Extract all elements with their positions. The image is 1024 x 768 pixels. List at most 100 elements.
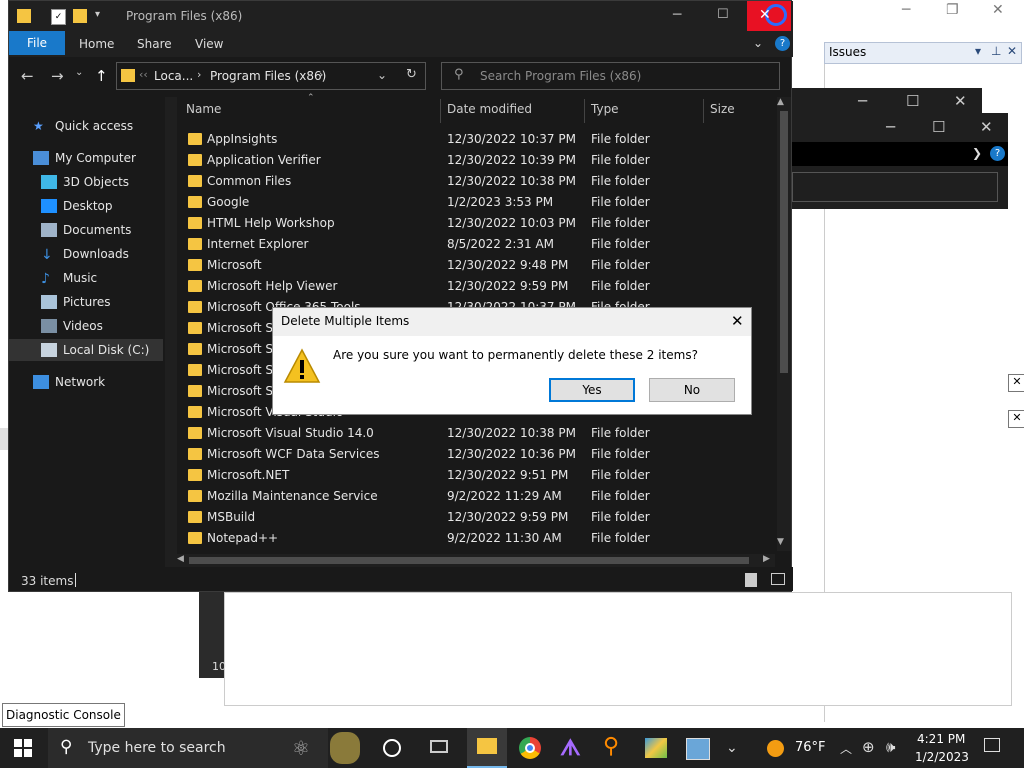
scroll-up-icon[interactable]: ▲	[777, 97, 784, 107]
close-button[interactable]: ✕	[747, 1, 791, 31]
maximize-button[interactable]: ☐	[717, 7, 729, 22]
table-row[interactable]: Google 1/2/2023 3:53 PM File folder	[185, 192, 769, 213]
help-icon[interactable]: ?	[990, 146, 1005, 161]
table-row[interactable]: AppInsights 12/30/2022 10:37 PM File folde…	[185, 129, 769, 150]
sidebar-item-music[interactable]: ♪ Music	[9, 267, 163, 289]
breadcrumb-current[interactable]: Program Files (x86)	[210, 69, 326, 83]
large-icons-view-icon[interactable]	[771, 573, 785, 585]
close-icon[interactable]: ✕	[980, 118, 993, 136]
chevron-down-icon[interactable]: ⌄	[377, 68, 387, 82]
vertical-scrollbar[interactable]: ▲ ▼	[777, 97, 791, 551]
table-row[interactable]: Common Files 12/30/2022 10:38 PM File fold…	[185, 171, 769, 192]
table-row[interactable]: Microsoft WCF Data Services 12/30/2022 10…	[185, 444, 769, 465]
search-placeholder[interactable]: Search Program Files (x86)	[480, 69, 641, 83]
overflow-icon[interactable]: ‹‹	[139, 68, 148, 81]
sidebar-item-my-computer[interactable]: My Computer	[9, 147, 163, 169]
search-box[interactable]: ⚲ Search Program Files (x86)	[441, 62, 780, 90]
dark-window-field[interactable]	[792, 172, 998, 202]
yes-button[interactable]: Yes	[549, 378, 635, 402]
background-close-button[interactable]: ✕	[992, 2, 1004, 18]
pin-icon[interactable]: ⊥	[991, 44, 1001, 58]
weather-temperature[interactable]: 76°F	[795, 740, 826, 755]
column-divider[interactable]	[440, 99, 441, 123]
close-icon[interactable]: ✕	[954, 92, 967, 110]
address-bar[interactable]: ‹‹ Loca... › Program Files (x86) › ⌄ ↻	[116, 62, 426, 90]
column-header-date-modified[interactable]: Date modified	[447, 102, 532, 116]
scroll-left-icon[interactable]: ◀	[177, 554, 184, 564]
close-icon[interactable]: ✕	[1007, 44, 1017, 58]
sidebar-item-3d-objects[interactable]: 3D Objects	[9, 171, 163, 193]
minimize-button[interactable]: ─	[673, 7, 681, 23]
sidebar-item-quick-access[interactable]: ★ Quick access	[9, 115, 163, 137]
horizontal-scrollbar[interactable]: ◀ ▶	[175, 554, 775, 567]
control-panel-icon[interactable]	[686, 738, 710, 760]
chevron-down-icon[interactable]: ⌄	[726, 740, 738, 756]
expand-ribbon-icon[interactable]: ⌄	[753, 36, 763, 50]
task-view-circle-icon[interactable]	[383, 739, 401, 757]
column-header-size[interactable]: Size	[710, 102, 735, 116]
up-arrow-icon[interactable]: ↑	[95, 67, 108, 85]
table-row[interactable]: MSBuild 12/30/2022 9:59 PM File folder	[185, 507, 769, 528]
minimize-icon[interactable]: ─	[858, 92, 867, 110]
ribbon-tab-view[interactable]: View	[195, 37, 223, 51]
close-icon[interactable]: ✕	[731, 312, 744, 330]
visual-studio-icon[interactable]: ᗑ	[560, 736, 581, 761]
table-row[interactable]: HTML Help Workshop 12/30/2022 10:03 PM Fil…	[185, 213, 769, 234]
qat-dropdown-icon[interactable]: ▾	[95, 9, 100, 20]
recent-dropdown-icon[interactable]: ⌄	[75, 67, 83, 78]
dropdown-icon[interactable]: ▾	[975, 44, 981, 58]
sidebar-item-downloads[interactable]: ↓ Downloads	[9, 243, 163, 265]
atom-icon[interactable]: ⚛	[292, 736, 310, 760]
table-row[interactable]: Microsoft Visual Studio 14.0 12/30/2022 1…	[185, 423, 769, 444]
chevron-right-icon[interactable]: ›	[197, 68, 201, 81]
column-divider[interactable]	[703, 99, 704, 123]
clock-date[interactable]: 1/2/2023	[915, 750, 969, 764]
background-maximize-button[interactable]: ❐	[946, 2, 959, 18]
back-arrow-icon[interactable]: ←	[21, 67, 34, 85]
sidebar-item-network[interactable]: Network	[9, 371, 163, 393]
table-row[interactable]: Microsoft 12/30/2022 9:48 PM File folder	[185, 255, 769, 276]
breadcrumb-parent[interactable]: Loca...	[154, 69, 193, 83]
background-minimize-button[interactable]: ─	[902, 2, 910, 18]
chevron-right-icon[interactable]: ›	[319, 68, 323, 81]
notification-icon[interactable]	[984, 738, 1000, 752]
taskbar-search-placeholder[interactable]: Type here to search	[88, 740, 226, 756]
column-divider[interactable]	[584, 99, 585, 123]
forward-arrow-icon[interactable]: →	[51, 67, 64, 85]
table-row[interactable]: Notepad++ 9/2/2022 11:30 AM File folder	[185, 528, 769, 549]
table-row[interactable]: Internet Explorer 8/5/2022 2:31 AM File fo…	[185, 234, 769, 255]
sidebar-item-videos[interactable]: Videos	[9, 315, 163, 337]
properties-icon[interactable]: ✓	[51, 9, 66, 25]
no-button[interactable]: No	[649, 378, 735, 402]
close-icon[interactable]: ✕	[1008, 374, 1024, 392]
sidebar-item-documents[interactable]: Documents	[9, 219, 163, 241]
help-icon[interactable]: ?	[775, 36, 790, 51]
table-row[interactable]: Microsoft.NET 12/30/2022 9:51 PM File fold…	[185, 465, 769, 486]
taskbar-file-explorer[interactable]	[467, 728, 507, 768]
sidebar-item-pictures[interactable]: Pictures	[9, 291, 163, 313]
new-folder-icon[interactable]	[73, 9, 87, 23]
refresh-icon[interactable]: ↻	[406, 67, 417, 82]
close-icon[interactable]: ✕	[1008, 410, 1024, 428]
ribbon-tab-home[interactable]: Home	[79, 37, 114, 51]
table-row[interactable]: Microsoft Help Viewer 12/30/2022 9:59 PM F…	[185, 276, 769, 297]
weather-sun-icon[interactable]	[767, 740, 784, 757]
sidebar-item-desktop[interactable]: Desktop	[9, 195, 163, 217]
search-magnifier-app-icon[interactable]: ⚲	[603, 734, 619, 759]
scroll-right-icon[interactable]: ▶	[763, 554, 770, 564]
ribbon-tab-share[interactable]: Share	[137, 37, 172, 51]
windows-start-icon[interactable]	[14, 739, 32, 757]
scrollbar-thumb[interactable]	[189, 557, 749, 564]
chevron-down-icon[interactable]: ❯	[972, 146, 982, 160]
sidebar-scrollbar[interactable]	[165, 97, 177, 567]
minimize-icon[interactable]: ─	[886, 118, 895, 136]
scrollbar-thumb[interactable]	[780, 111, 788, 373]
column-header-type[interactable]: Type	[591, 102, 619, 116]
clock-time[interactable]: 4:21 PM	[917, 732, 965, 746]
diagnostic-console-label[interactable]: Diagnostic Console	[2, 703, 125, 727]
maximize-icon[interactable]: ☐	[906, 92, 919, 110]
table-row[interactable]: Mozilla Maintenance Service 9/2/2022 11:2…	[185, 486, 769, 507]
maximize-icon[interactable]: ☐	[932, 118, 945, 136]
language-globe-icon[interactable]: ⊕	[862, 738, 875, 756]
column-header-name[interactable]: Name	[186, 102, 221, 116]
